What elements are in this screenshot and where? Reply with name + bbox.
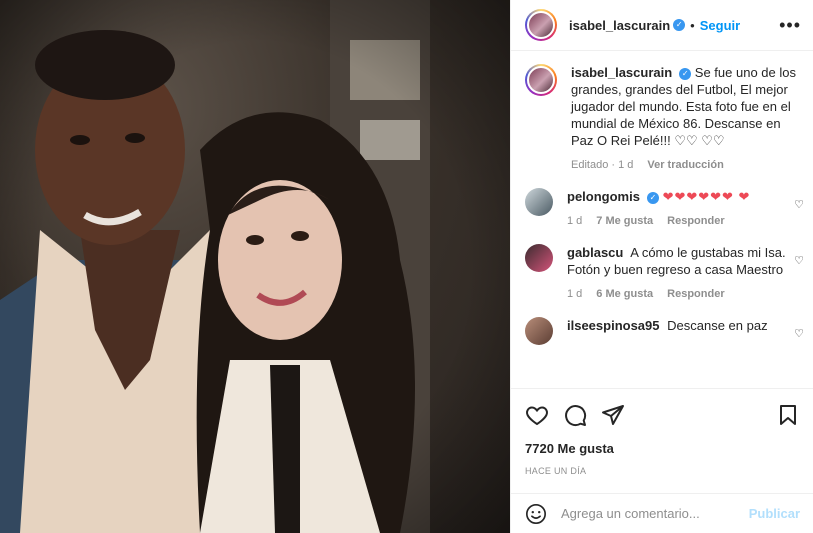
- commenter-avatar[interactable]: [525, 244, 553, 272]
- verified-icon: ✓: [673, 19, 686, 31]
- header-separator: •: [690, 17, 695, 33]
- comment-text: ❤❤❤❤❤❤ ❤: [662, 189, 751, 204]
- comment-input[interactable]: [561, 506, 749, 521]
- share-paper-plane-icon[interactable]: [601, 403, 625, 427]
- photo-illustration: [0, 0, 510, 533]
- caption-row: isabel_lascurain ✓ Se fue uno de los gran…: [525, 64, 804, 174]
- comment-text: Descanse en paz: [667, 318, 768, 333]
- author-username[interactable]: isabel_lascurain: [569, 18, 670, 33]
- post-photo[interactable]: [0, 0, 510, 533]
- post-side-panel: isabel_lascurain ✓ • Seguir ••• isabel_l…: [510, 0, 813, 533]
- comment-username[interactable]: ilseespinosa95: [567, 318, 660, 333]
- more-options-icon[interactable]: •••: [779, 15, 801, 36]
- comment-time: 1 d: [567, 215, 583, 227]
- like-comment-heart-icon[interactable]: ♡: [794, 327, 804, 340]
- translate-link[interactable]: Ver traducción: [647, 157, 723, 174]
- comment-row: ilseespinosa95 Descanse en paz ♡: [525, 317, 804, 345]
- comments-list[interactable]: isabel_lascurain ✓ Se fue uno de los gran…: [511, 52, 813, 388]
- commenter-avatar[interactable]: [525, 317, 553, 345]
- comment-username[interactable]: pelongomis: [567, 189, 640, 204]
- post-timestamp[interactable]: HACE UN DÍA: [525, 466, 800, 476]
- post-actions: 7720 Me gusta HACE UN DÍA: [511, 388, 813, 476]
- verified-icon: ✓: [646, 191, 659, 204]
- reply-button[interactable]: Responder: [667, 213, 724, 230]
- comment-bubble-icon[interactable]: [563, 403, 587, 427]
- author-avatar[interactable]: [525, 9, 557, 41]
- likes-count[interactable]: 7720 Me gusta: [525, 441, 800, 456]
- save-bookmark-icon[interactable]: [776, 403, 800, 427]
- post-header: isabel_lascurain ✓ • Seguir •••: [511, 0, 813, 51]
- comment-time: 1 d: [567, 288, 583, 300]
- caption-username[interactable]: isabel_lascurain: [571, 65, 672, 80]
- commenter-avatar[interactable]: [525, 188, 553, 216]
- comment-row: gablascu A cómo le gustabas mi Isa. Fotó…: [525, 244, 804, 303]
- comment-composer: Publicar: [511, 493, 813, 533]
- like-comment-heart-icon[interactable]: ♡: [794, 198, 804, 211]
- caption-avatar[interactable]: [525, 64, 557, 96]
- follow-button[interactable]: Seguir: [700, 18, 740, 33]
- comment-likes[interactable]: 7 Me gusta: [596, 213, 653, 230]
- emoji-smiley-icon[interactable]: [525, 503, 547, 525]
- publish-button[interactable]: Publicar: [749, 506, 800, 521]
- comment-username[interactable]: gablascu: [567, 245, 623, 260]
- comment-likes[interactable]: 6 Me gusta: [596, 286, 653, 303]
- reply-button[interactable]: Responder: [667, 286, 724, 303]
- comment-row: pelongomis ✓ ❤❤❤❤❤❤ ❤ 1 d 7 Me gusta Resp…: [525, 188, 804, 230]
- like-heart-icon[interactable]: [525, 403, 549, 427]
- instagram-post: isabel_lascurain ✓ • Seguir ••• isabel_l…: [0, 0, 813, 533]
- caption-edited: Editado · 1 d: [571, 159, 634, 171]
- like-comment-heart-icon[interactable]: ♡: [794, 254, 804, 267]
- verified-icon: ✓: [679, 67, 692, 80]
